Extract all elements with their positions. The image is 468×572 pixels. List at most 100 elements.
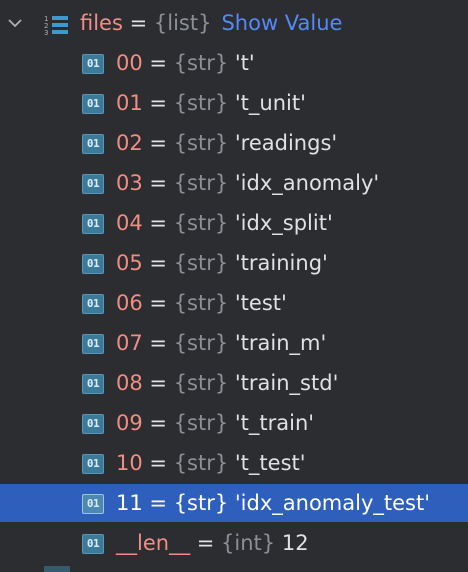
tree-row[interactable]: 01 03 = {str} 'idx_anomaly' — [0, 164, 468, 202]
show-value-link[interactable]: Show Value — [221, 11, 342, 35]
tree-row[interactable]: 01 06 = {str} 'test' — [0, 284, 468, 322]
equals-sign: = — [142, 211, 174, 235]
tree-row[interactable]: 01 08 = {str} 'train_std' — [0, 364, 468, 402]
tree-row[interactable]: 01 05 = {str} 'training' — [0, 244, 468, 282]
variable-value: 'train_std' — [234, 371, 339, 395]
type-label: {str} — [173, 51, 229, 75]
variable-name: 10 — [116, 451, 143, 475]
root-label: files = {list} Show Value — [80, 4, 342, 42]
tree-row[interactable]: 01 04 = {str} 'idx_split' — [0, 204, 468, 242]
variable-icon: 01 — [82, 214, 104, 234]
variable-value: 't_unit' — [234, 91, 306, 115]
variable-value: 12 — [281, 531, 309, 555]
type-label: {str} — [173, 131, 229, 155]
equals-sign: = — [142, 171, 174, 195]
variable-value: 'idx_anomaly_test' — [234, 491, 430, 515]
variable-name: 03 — [116, 171, 143, 195]
type-label: {str} — [173, 331, 229, 355]
type-label: {str} — [173, 91, 229, 115]
type-label: {int} — [221, 531, 276, 555]
list-icon: 1 2 3 — [44, 15, 68, 37]
equals-sign: = — [142, 131, 174, 155]
variable-label: 00 = {str} 't' — [116, 44, 255, 82]
variable-label: 01 = {str} 't_unit' — [116, 84, 306, 122]
variable-name: 09 — [116, 411, 143, 435]
equals-sign: = — [142, 51, 174, 75]
equals-sign: = — [190, 531, 222, 555]
variable-name: 02 — [116, 131, 143, 155]
variable-value: 'readings' — [234, 131, 338, 155]
variable-name: files — [80, 11, 123, 35]
variable-value: 'test' — [234, 291, 287, 315]
variable-label: 09 = {str} 't_train' — [116, 404, 314, 442]
variable-icon: 01 — [82, 454, 104, 474]
svg-text:3: 3 — [44, 29, 48, 37]
variable-icon: 01 — [82, 54, 104, 74]
equals-sign: = — [142, 331, 174, 355]
variable-label: __len__ = {int} 12 — [116, 524, 309, 562]
equals-sign: = — [142, 451, 174, 475]
tree-row[interactable]: 01 __len__ = {int} 12 — [0, 524, 468, 562]
type-label: {str} — [173, 371, 229, 395]
variable-label: 10 = {str} 't_test' — [116, 444, 306, 482]
variable-name: 11 — [116, 491, 143, 515]
variable-icon: 01 — [82, 94, 104, 114]
variable-label: 07 = {str} 'train_m' — [116, 324, 326, 362]
type-label: {str} — [173, 411, 229, 435]
variable-value: 't' — [234, 51, 255, 75]
variable-label: 02 = {str} 'readings' — [116, 124, 337, 162]
variable-name: 06 — [116, 291, 143, 315]
variable-icon: 01 — [82, 134, 104, 154]
variable-value: 'training' — [234, 251, 328, 275]
variable-name: 07 — [116, 331, 143, 355]
variable-icon: 01 — [82, 334, 104, 354]
variable-name: 01 — [116, 91, 143, 115]
variable-icon: 01 — [82, 374, 104, 394]
equals-sign: = — [142, 411, 174, 435]
variable-value: 't_train' — [234, 411, 315, 435]
tree-row[interactable]: 01 07 = {str} 'train_m' — [0, 324, 468, 362]
equals-sign: = — [142, 371, 174, 395]
tree-row[interactable]: 01 10 = {str} 't_test' — [0, 444, 468, 482]
variable-icon: 01 — [82, 414, 104, 434]
variable-value: 'idx_anomaly' — [234, 171, 380, 195]
variable-icon: 01 — [82, 174, 104, 194]
tree-row-files[interactable]: 1 2 3 files = {list} Show Value — [0, 4, 468, 42]
variable-name: __len__ — [116, 531, 191, 555]
chevron-down-icon[interactable] — [6, 14, 24, 32]
tree-row[interactable]: 01 00 = {str} 't' — [0, 44, 468, 82]
type-label: {str} — [173, 211, 229, 235]
variable-icon: 01 — [82, 494, 104, 514]
variable-icon: 01 — [82, 534, 104, 554]
equals-sign: = — [142, 291, 174, 315]
variable-label: 05 = {str} 'training' — [116, 244, 328, 282]
tree-row[interactable]: 01 02 = {str} 'readings' — [0, 124, 468, 162]
variable-icon: 01 — [82, 254, 104, 274]
variable-value: 'idx_split' — [234, 211, 333, 235]
type-label: {str} — [173, 171, 229, 195]
tree-row[interactable]: 01 11 = {str} 'idx_anomaly_test' — [0, 484, 468, 522]
debugger-variables-tree: 1 2 3 files = {list} Show Value 01 00 = {s… — [0, 0, 468, 572]
equals-sign: = — [142, 91, 174, 115]
type-label: {list} — [153, 11, 212, 35]
type-label: {str} — [173, 291, 229, 315]
variable-value: 't_test' — [234, 451, 306, 475]
variable-label: 06 = {str} 'test' — [116, 284, 287, 322]
type-label: {str} — [173, 491, 229, 515]
tree-row[interactable]: 01 01 = {str} 't_unit' — [0, 84, 468, 122]
type-label: {str} — [173, 451, 229, 475]
next-row-icon-stub — [44, 566, 70, 572]
variable-name: 00 — [116, 51, 143, 75]
type-label: {str} — [173, 251, 229, 275]
tree-row[interactable]: 01 09 = {str} 't_train' — [0, 404, 468, 442]
equals-sign: = — [142, 491, 174, 515]
variable-name: 05 — [116, 251, 143, 275]
variable-name: 08 — [116, 371, 143, 395]
variable-label: 04 = {str} 'idx_split' — [116, 204, 333, 242]
variable-label: 03 = {str} 'idx_anomaly' — [116, 164, 379, 202]
variable-icon: 01 — [82, 294, 104, 314]
variable-value: 'train_m' — [234, 331, 327, 355]
variable-label: 11 = {str} 'idx_anomaly_test' — [116, 484, 430, 522]
variable-name: 04 — [116, 211, 143, 235]
equals-sign: = — [142, 251, 174, 275]
